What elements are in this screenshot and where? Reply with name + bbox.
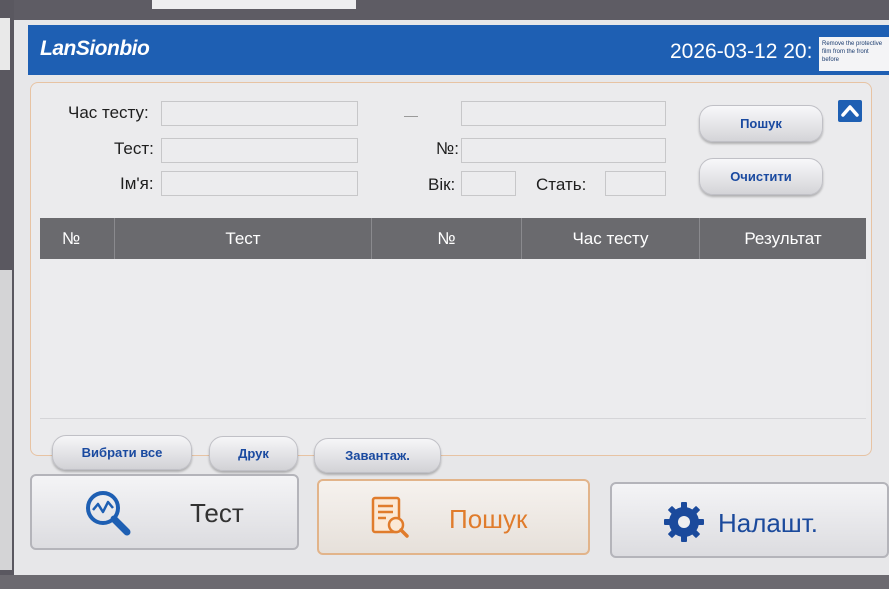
protective-film-sticker: Remove the protective film from the fron… — [819, 37, 889, 71]
nav-search-button[interactable]: Пошук — [317, 479, 590, 555]
test-label: Тест: — [114, 139, 154, 158]
paper-sheet-left — [0, 270, 12, 570]
column-header-result: Результат — [744, 228, 822, 248]
name-label: Ім'я: — [120, 174, 154, 193]
nav-settings-button[interactable]: Налашт. — [610, 482, 889, 558]
column-header-test: Тест — [115, 218, 372, 259]
collapse-button[interactable] — [838, 100, 862, 122]
test-time-from-input[interactable] — [161, 101, 358, 126]
magnifier-graph-icon — [86, 491, 131, 536]
clear-button[interactable]: Очистити — [699, 158, 823, 195]
number-input[interactable] — [461, 138, 666, 163]
range-dash — [404, 116, 418, 117]
device-screen: LanSionbio 2026-03-12 20: Remove the pro… — [14, 20, 889, 578]
sex-input[interactable] — [605, 171, 666, 196]
gear-icon — [664, 502, 704, 542]
column-header-sample-number: № — [372, 218, 522, 259]
sex-label: Стать: — [536, 175, 587, 194]
upload-button[interactable]: Завантаж. — [314, 438, 441, 473]
nav-test-label: Тест — [190, 498, 244, 528]
column-header-number: № — [40, 218, 115, 259]
datetime: 2026-03-12 20: — [670, 40, 813, 63]
paper-clip — [0, 18, 10, 70]
app-header: LanSionbio 2026-03-12 20: Remove the pro… — [28, 25, 889, 75]
number-label: №: — [436, 139, 459, 158]
paper-sheet — [152, 0, 356, 9]
test-input[interactable] — [161, 138, 358, 163]
nav-test-button[interactable]: Тест — [30, 474, 299, 550]
column-header-test-time: Час тесту — [522, 218, 700, 259]
brand-logo: LanSionbio — [40, 37, 150, 60]
chevron-up-icon — [841, 105, 859, 117]
search-button[interactable]: Пошук — [699, 105, 823, 142]
name-input[interactable] — [161, 171, 358, 196]
device-bezel-top — [0, 0, 889, 22]
test-time-label: Час тесту: — [68, 103, 149, 122]
age-input[interactable] — [461, 171, 516, 196]
document-search-icon — [371, 496, 409, 538]
nav-search-label: Пошук — [449, 504, 528, 534]
device-bezel-left — [0, 0, 14, 589]
device-bezel-bottom — [0, 575, 889, 589]
age-label: Вік: — [428, 175, 456, 194]
search-panel: Час тесту: Тест: №: Ім'я: Вік: Стать: По… — [30, 82, 872, 473]
print-button[interactable]: Друк — [209, 436, 298, 471]
test-time-to-input[interactable] — [461, 101, 666, 126]
nav-settings-label: Налашт. — [718, 508, 818, 538]
select-all-button[interactable]: Вибрати все — [52, 435, 192, 470]
table-header: № Тест № Час тесту Результат — [40, 218, 866, 259]
results-table: № Тест № Час тесту Результат — [40, 218, 866, 419]
